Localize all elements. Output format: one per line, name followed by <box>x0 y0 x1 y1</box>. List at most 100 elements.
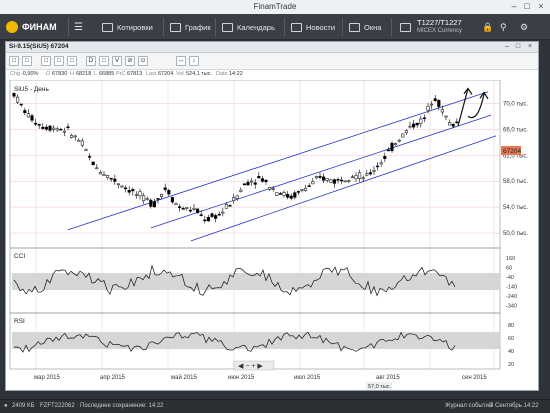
finam-logo: ФИНАМ <box>6 20 62 34</box>
candle-body <box>196 208 200 214</box>
bar-type-tool[interactable]: □ <box>41 56 51 66</box>
candle-body <box>361 177 365 180</box>
zoom-control-icons[interactable]: ◀ − + ▶ <box>238 363 263 370</box>
candle-body <box>217 213 221 216</box>
candle-body <box>347 180 351 182</box>
quote-info-line: Chg -0,90% O 67830 H 68218 L 66885 PrC 6… <box>6 70 538 80</box>
toolbar-item-news[interactable]: Новости <box>291 14 335 40</box>
high-label: H <box>70 71 74 77</box>
candle-body <box>203 219 207 222</box>
connection-icon: ● <box>4 403 8 409</box>
candle-body <box>44 126 48 130</box>
candle-body <box>394 143 398 146</box>
candle-body <box>91 161 95 166</box>
account-market: MICEX Currency <box>417 28 463 34</box>
template-tool[interactable]: □ <box>22 56 32 66</box>
candle-body <box>232 197 236 202</box>
candle-body <box>80 140 84 146</box>
time-tick-label: авг 2015 <box>376 375 400 381</box>
candle-body <box>19 103 23 106</box>
event-journal-link[interactable]: Журнал событий <box>445 403 492 409</box>
volume-tool[interactable]: V <box>112 56 122 66</box>
open-label: O <box>46 71 51 77</box>
candle-body <box>336 179 340 181</box>
volume-label: Vol <box>176 71 184 77</box>
news-icon <box>291 22 302 32</box>
minimize-icon[interactable]: – <box>508 1 520 12</box>
candle-body <box>88 156 92 158</box>
new-chart-tool[interactable]: □ <box>9 56 19 66</box>
candle-body <box>325 178 329 181</box>
candle-body <box>52 127 56 130</box>
chg-label: Chg <box>10 71 21 77</box>
candle-body <box>350 176 354 179</box>
maximize-icon[interactable]: □ <box>521 1 533 12</box>
candle-body <box>246 181 250 186</box>
toolbar-item-chart[interactable]: График <box>170 14 211 40</box>
period-tool[interactable]: D <box>86 56 96 66</box>
candle-body <box>98 172 102 175</box>
close-icon[interactable]: × <box>526 43 534 51</box>
memory-size: 2409 КБ <box>12 403 35 409</box>
candle-body <box>440 109 444 113</box>
candle-body <box>152 201 156 208</box>
candle-type-tool[interactable]: □ <box>54 56 64 66</box>
account-selector[interactable]: T1227/T1227 MICEX Currency <box>417 18 462 36</box>
cross-tool[interactable]: ⊘ <box>125 56 135 66</box>
search-icon[interactable]: ⚲ <box>500 14 507 40</box>
candle-body <box>437 99 441 107</box>
chart-window-title: Si-9.15(SiU5) 67204 <box>9 43 69 50</box>
candle-body <box>300 189 304 191</box>
status-clock: 3 Сентябрь 14:22 <box>490 403 539 409</box>
candle-body <box>282 192 286 196</box>
candle-body <box>365 173 369 176</box>
briefcase-icon[interactable] <box>400 14 411 40</box>
candle-body <box>401 133 405 138</box>
candle-body <box>286 194 290 198</box>
candle-body <box>181 208 185 210</box>
settings-icon[interactable]: ⚙ <box>520 14 528 40</box>
candle-body <box>397 139 401 142</box>
candle-body <box>16 96 20 103</box>
indicator-tool[interactable]: □ <box>99 56 109 66</box>
vertical-scale-tool[interactable]: ↕ <box>189 56 199 66</box>
candle-body <box>120 185 124 188</box>
candle-body <box>142 195 146 202</box>
candle-body <box>404 130 408 133</box>
toolbar-divider <box>215 18 216 36</box>
rsi-label: RSI <box>14 318 25 325</box>
time-tick-label: апр 2015 <box>100 375 126 381</box>
time-tick-label: сен 2015 <box>462 375 487 381</box>
candle-body <box>224 203 228 209</box>
series-label: SiU5 - День <box>14 86 49 93</box>
window-title: FinamTrade <box>253 2 297 11</box>
prev-close-label: PrC <box>116 71 126 77</box>
price-chart[interactable]: 70,0 тыс.66,0 тыс.62,0 тыс.58,0 тыс.54,0… <box>6 80 538 390</box>
lock-icon[interactable]: 🔒 <box>482 14 493 40</box>
price-tick-label: 58,0 тыс. <box>503 179 528 185</box>
candle-body <box>30 115 34 121</box>
toolbar-item-label: Календарь <box>237 22 275 32</box>
candle-body <box>235 195 239 199</box>
candle-body <box>264 179 268 183</box>
candle-body <box>408 125 412 128</box>
candle-body <box>250 180 254 183</box>
candle-body <box>412 123 416 128</box>
cursor-tool[interactable]: ⊙ <box>138 56 148 66</box>
chg-value: -0,90% <box>21 71 39 77</box>
logo-text: ФИНАМ <box>22 22 57 32</box>
toolbar-item-quotes[interactable]: Котировки <box>102 14 153 40</box>
minimize-icon[interactable]: – <box>503 43 511 51</box>
last-value: 67204 <box>158 71 174 77</box>
toolbar-item-windows[interactable]: Окна <box>349 14 381 40</box>
chart-window-header: Si-9.15(SiU5) 67204 – □ × <box>6 42 538 53</box>
candle-body <box>221 211 225 214</box>
toolbar-item-calendar[interactable]: Календарь <box>222 14 275 40</box>
toolbar-item-label: График <box>185 22 211 32</box>
chart-window: Si-9.15(SiU5) 67204 – □ × □ □ □ □ □ D □ … <box>5 41 539 391</box>
horizontal-scale-tool[interactable]: ↔ <box>176 56 186 66</box>
maximize-icon[interactable]: □ <box>514 43 522 51</box>
close-icon[interactable]: × <box>535 1 547 12</box>
line-type-tool[interactable]: □ <box>67 56 77 66</box>
menu-icon[interactable]: ☰ <box>74 14 83 40</box>
